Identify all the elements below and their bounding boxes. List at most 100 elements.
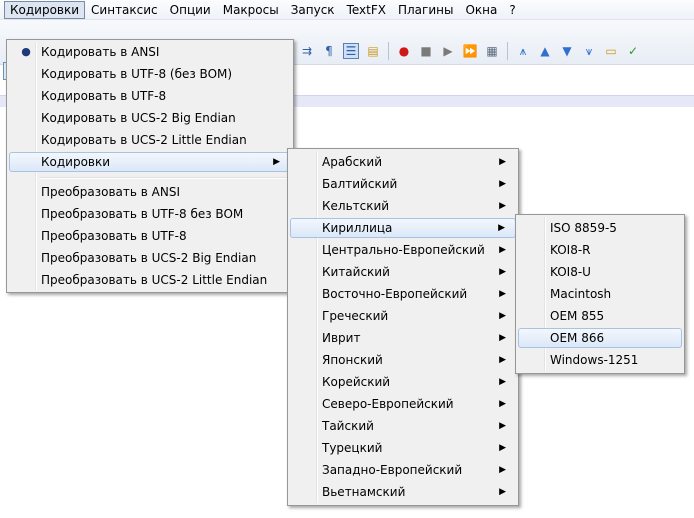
submenu-arrow-icon: ▶ <box>499 157 506 167</box>
menu-item-label: Вьетнамский <box>322 485 406 499</box>
menu-item-label: Кириллица <box>322 221 393 235</box>
down-arrow-icon[interactable]: ▼ <box>559 43 575 59</box>
expand-icon[interactable]: ⩛ <box>581 43 597 59</box>
submenu-arrow-icon: ▶ <box>499 201 506 211</box>
submenu-item-central-european[interactable]: Центрально-Европейский ▶ <box>290 240 516 260</box>
menu-syntax[interactable]: Синтаксис <box>85 1 164 19</box>
save-macro-icon[interactable]: ▦ <box>484 43 500 59</box>
cyrillic-item-oem-855[interactable]: OEM 855 <box>518 306 682 326</box>
cyrillic-item-iso-8859-5[interactable]: ISO 8859-5 <box>518 218 682 238</box>
up-arrow-icon[interactable]: ▲ <box>537 43 553 59</box>
menu-item-label: Преобразовать в UTF-8 без BOM <box>41 207 244 221</box>
submenu-item-hebrew[interactable]: Иврит ▶ <box>290 328 516 348</box>
menu-item-label: Windows-1251 <box>550 353 639 367</box>
run-macro-multiple-icon[interactable]: ⏩ <box>462 43 478 59</box>
menu-item-label: Японский <box>322 353 383 367</box>
menu-item-label: Кодировать в UCS-2 Little Endian <box>41 133 247 147</box>
cyrillic-item-koi8-u[interactable]: KOI8-U <box>518 262 682 282</box>
submenu-item-chinese[interactable]: Китайский ▶ <box>290 262 516 282</box>
menu-macros[interactable]: Макросы <box>217 1 285 19</box>
submenu-item-eastern-european[interactable]: Восточно-Европейский ▶ <box>290 284 516 304</box>
submenu-item-turkish[interactable]: Турецкий ▶ <box>290 438 516 458</box>
menu-item-encode-ucs2-be[interactable]: Кодировать в UCS-2 Big Endian <box>9 108 291 128</box>
submenu-item-baltic[interactable]: Балтийский ▶ <box>290 174 516 194</box>
menu-windows[interactable]: Окна <box>459 1 503 19</box>
menu-item-convert-ucs2-le[interactable]: Преобразовать в UCS-2 Little Endian <box>9 270 291 290</box>
menu-item-label: Турецкий <box>322 441 383 455</box>
submenu-item-north-european[interactable]: Северо-Европейский ▶ <box>290 394 516 414</box>
menu-item-label: Кельтский <box>322 199 390 213</box>
submenu-arrow-icon: ▶ <box>499 377 506 387</box>
menu-item-label: Северо-Европейский <box>322 397 454 411</box>
menu-item-convert-ansi[interactable]: Преобразовать в ANSI <box>9 182 291 202</box>
menu-item-convert-utf8[interactable]: Преобразовать в UTF-8 <box>9 226 291 246</box>
submenu-arrow-icon: ▶ <box>499 465 506 475</box>
menu-item-charsets[interactable]: Кодировки ▶ <box>9 152 291 172</box>
menu-item-label: Macintosh <box>550 287 612 301</box>
submenu-item-thai[interactable]: Тайский ▶ <box>290 416 516 436</box>
spellcheck-icon[interactable]: ✓ <box>625 43 641 59</box>
menu-item-label: Греческий <box>322 309 389 323</box>
menu-item-convert-utf8-nobom[interactable]: Преобразовать в UTF-8 без BOM <box>9 204 291 224</box>
submenu-item-korean[interactable]: Корейский ▶ <box>290 372 516 392</box>
menu-item-label: Арабский <box>322 155 383 169</box>
submenu-arrow-icon: ▶ <box>499 421 506 431</box>
radio-bullet-icon: ● <box>21 45 31 58</box>
menu-item-label: Восточно-Европейский <box>322 287 468 301</box>
submenu-item-cyrillic[interactable]: Кириллица ▶ <box>290 218 516 238</box>
word-wrap-icon[interactable]: ⇉ <box>299 43 315 59</box>
cyrillic-item-windows-1251[interactable]: Windows-1251 <box>518 350 682 370</box>
record-macro-icon[interactable]: ● <box>396 43 412 59</box>
submenu-arrow-icon: ▶ <box>499 443 506 453</box>
submenu-item-vietnamese[interactable]: Вьетнамский ▶ <box>290 482 516 502</box>
menu-run[interactable]: Запуск <box>285 1 341 19</box>
cyrillic-item-koi8-r[interactable]: KOI8-R <box>518 240 682 260</box>
charset-submenu: Арабский ▶ Балтийский ▶ Кельтский ▶ Кирилли… <box>287 148 519 506</box>
menu-item-encode-ansi[interactable]: ● Кодировать в ANSI <box>9 42 291 62</box>
submenu-item-western-european[interactable]: Западно-Европейский ▶ <box>290 460 516 480</box>
menu-item-convert-ucs2-be[interactable]: Преобразовать в UCS-2 Big Endian <box>9 248 291 268</box>
toolbar-icon-row: ⇉ ¶ ☰ ▤ ● ■ ▶ ⏩ ▦ ⩚ ▲ ▼ ⩛ ▭ ✓ <box>296 40 644 62</box>
indent-guide-icon[interactable]: ☰ <box>343 43 359 59</box>
menu-plugins[interactable]: Плагины <box>392 1 459 19</box>
menu-item-label: KOI8-U <box>550 265 591 279</box>
menu-item-label: ISO 8859-5 <box>550 221 617 235</box>
menu-item-encode-utf8-nobom[interactable]: Кодировать в UTF-8 (без BOM) <box>9 64 291 84</box>
cyrillic-item-oem-866[interactable]: OEM 866 <box>518 328 682 348</box>
collapse-icon[interactable]: ⩚ <box>515 43 531 59</box>
submenu-item-arabic[interactable]: Арабский ▶ <box>290 152 516 172</box>
menu-help[interactable]: ? <box>503 1 521 19</box>
menu-options[interactable]: Опции <box>164 1 217 19</box>
menu-item-label: Преобразовать в ANSI <box>41 185 180 199</box>
menu-item-label: Китайский <box>322 265 390 279</box>
menu-item-label: Кодировки <box>41 155 111 169</box>
menu-item-label: Тайский <box>322 419 374 433</box>
encoding-menu: ● Кодировать в ANSI Кодировать в UTF-8 (… <box>6 39 294 293</box>
submenu-item-japanese[interactable]: Японский ▶ <box>290 350 516 370</box>
menu-bar: Кодировки Синтаксис Опции Макросы Запуск… <box>0 0 694 20</box>
submenu-item-greek[interactable]: Греческий ▶ <box>290 306 516 326</box>
submenu-arrow-icon: ▶ <box>499 487 506 497</box>
cyrillic-item-macintosh[interactable]: Macintosh <box>518 284 682 304</box>
submenu-arrow-icon: ▶ <box>499 333 506 343</box>
menu-item-label: OEM 866 <box>550 331 605 345</box>
doc-map-icon[interactable]: ▤ <box>365 43 381 59</box>
submenu-item-celtic[interactable]: Кельтский ▶ <box>290 196 516 216</box>
folder-icon[interactable]: ▭ <box>603 43 619 59</box>
submenu-arrow-icon: ▶ <box>499 399 506 409</box>
play-macro-icon[interactable]: ▶ <box>440 43 456 59</box>
cyrillic-submenu: ISO 8859-5 KOI8-R KOI8-U Macintosh OEM 8… <box>515 214 685 374</box>
menu-item-encode-ucs2-le[interactable]: Кодировать в UCS-2 Little Endian <box>9 130 291 150</box>
pilcrow-icon[interactable]: ¶ <box>321 43 337 59</box>
submenu-arrow-icon: ▶ <box>499 355 506 365</box>
menu-item-label: Центрально-Европейский <box>322 243 485 257</box>
menu-item-label: Корейский <box>322 375 391 389</box>
stop-macro-icon[interactable]: ■ <box>418 43 434 59</box>
menu-item-label: Иврит <box>322 331 361 345</box>
menu-item-encode-utf8[interactable]: Кодировать в UTF-8 <box>9 86 291 106</box>
toolbar-separator <box>507 42 508 60</box>
menu-textfx[interactable]: TextFX <box>341 1 392 19</box>
submenu-arrow-icon: ▶ <box>499 311 506 321</box>
menu-item-label: Преобразовать в UCS-2 Little Endian <box>41 273 268 287</box>
menu-encoding[interactable]: Кодировки <box>4 0 86 19</box>
